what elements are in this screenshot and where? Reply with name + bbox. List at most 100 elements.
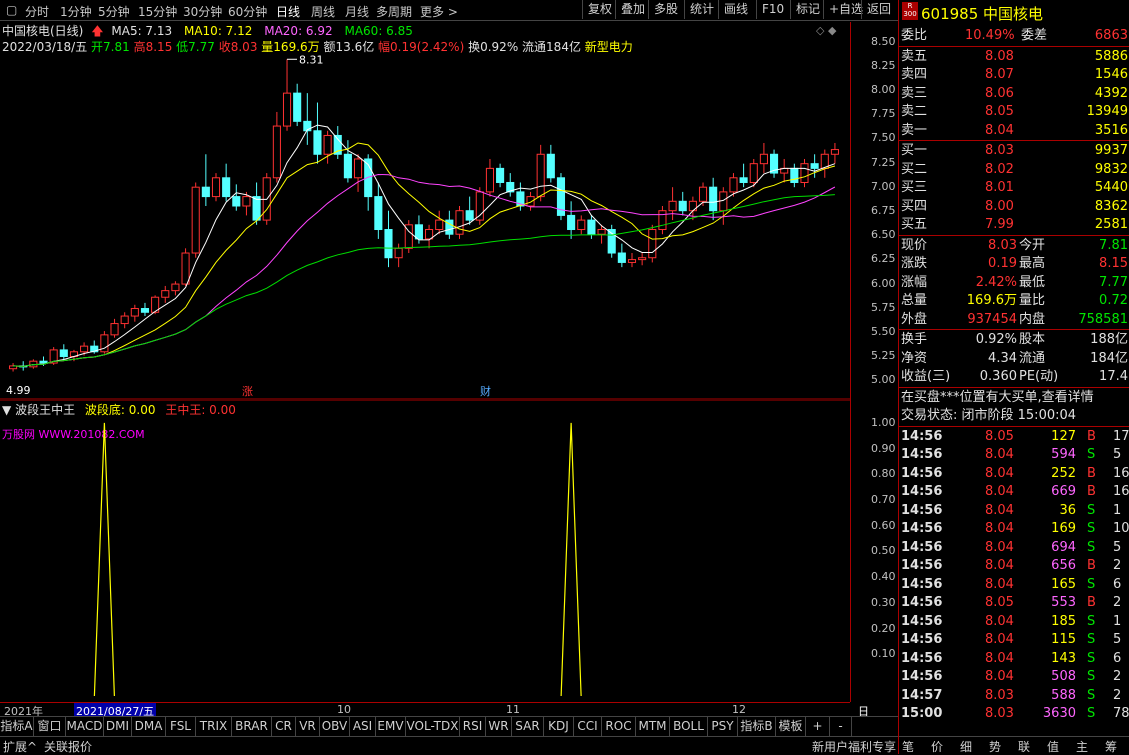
timeframe-8[interactable]: 月线 bbox=[345, 3, 369, 20]
candle bbox=[272, 111, 281, 183]
candle bbox=[658, 206, 667, 235]
tick-volume: 165 bbox=[1051, 576, 1076, 592]
indicator-tab-2[interactable]: MACD bbox=[66, 717, 104, 736]
quote-tab-7[interactable]: 筹 bbox=[1105, 738, 1117, 755]
quote-tab-4[interactable]: 联 bbox=[1018, 738, 1030, 755]
stat-row: 收益(三) 0.360 PE(动) 17.4 bbox=[899, 367, 1129, 386]
top-toolbar: 分时 1分钟 5分钟 15分钟 30分钟 60分钟 日线 周线 月线 多周期 更多 > ▢ 复权 叠加 多股… bbox=[0, 0, 898, 21]
tick-time: 14:56 bbox=[901, 465, 943, 481]
tick-price: 8.04 bbox=[985, 558, 1014, 573]
indicator-tab-25[interactable]: + bbox=[806, 717, 830, 736]
tick-volume: 127 bbox=[1051, 428, 1076, 444]
quote-tab-6[interactable]: 主 bbox=[1076, 738, 1088, 755]
timeframe-6[interactable]: 日线 bbox=[276, 3, 300, 20]
indicator-tab-9[interactable]: VR bbox=[296, 717, 320, 736]
indicator-tab-4[interactable]: DMA bbox=[132, 717, 166, 736]
expand-button[interactable]: 扩展^ bbox=[3, 738, 37, 755]
candle-body bbox=[587, 219, 596, 235]
buy-volume: 9832 bbox=[1094, 161, 1128, 177]
finance-marker: 财 bbox=[480, 384, 491, 398]
indicator-tab-3[interactable]: DMI bbox=[104, 717, 132, 736]
candle-body bbox=[617, 252, 626, 263]
stat-label: 量比 bbox=[1019, 293, 1046, 308]
toolbar-button-1[interactable]: 叠加 bbox=[615, 0, 650, 19]
promo-link[interactable]: 新用户福利专享 bbox=[812, 738, 896, 755]
linked-quote-button[interactable]: 关联报价 bbox=[44, 738, 92, 755]
candle bbox=[232, 184, 241, 211]
sell-price: 8.05 bbox=[985, 104, 1014, 119]
candle bbox=[567, 201, 576, 239]
buy-price: 8.00 bbox=[985, 198, 1014, 214]
timeframe-0[interactable]: 分时 bbox=[25, 3, 49, 20]
candle-body bbox=[465, 210, 474, 221]
toolbar-button-8[interactable]: 返回 bbox=[861, 0, 896, 19]
timeframe-3[interactable]: 15分钟 bbox=[138, 3, 177, 20]
indicator-tab-26[interactable]: - bbox=[830, 717, 852, 736]
toolbar-button-2[interactable]: 多股 bbox=[648, 0, 683, 19]
buy-volume: 9937 bbox=[1094, 143, 1128, 158]
quote-tab-3[interactable]: 势 bbox=[989, 738, 1001, 755]
indicator-tab-23[interactable]: 指标B bbox=[738, 717, 776, 736]
indicator-tab-6[interactable]: TRIX bbox=[196, 717, 232, 736]
indicator-tab-24[interactable]: 模板 bbox=[776, 717, 806, 736]
status-bar: 扩展^ 关联报价 新用户福利专享 bbox=[0, 736, 898, 755]
tick-volume: 36 bbox=[1059, 502, 1076, 518]
stat-value: 0.92% bbox=[975, 332, 1017, 347]
indicator-chart[interactable] bbox=[0, 400, 850, 700]
tick-side: S bbox=[1087, 706, 1096, 721]
toolbar-button-6[interactable]: 标记 bbox=[790, 0, 825, 19]
timeframe-9[interactable]: 多周期 bbox=[376, 3, 412, 20]
tick-volume: 656 bbox=[1051, 558, 1076, 573]
toolbar-button-3[interactable]: 统计 bbox=[684, 0, 719, 19]
timeframe-1[interactable]: 1分钟 bbox=[60, 3, 92, 20]
tick-side: S bbox=[1087, 447, 1096, 462]
toolbar-button-5[interactable]: F10 bbox=[756, 0, 789, 19]
stat-row: 涨跌 0.19 最高 8.15 bbox=[899, 254, 1129, 273]
sell-row: 卖二 8.05 13949 bbox=[899, 102, 1129, 121]
candle-body bbox=[485, 167, 495, 193]
candle-body bbox=[120, 315, 129, 325]
indicator-tab-19[interactable]: ROC bbox=[602, 717, 636, 736]
indicator-tab-21[interactable]: BOLL bbox=[670, 717, 708, 736]
timeframe-2[interactable]: 5分钟 bbox=[98, 3, 130, 20]
timeframe-4[interactable]: 30分钟 bbox=[183, 3, 222, 20]
indicator-tab-0[interactable]: 指标A bbox=[0, 717, 34, 736]
quote-tab-0[interactable]: 笔 bbox=[902, 738, 914, 755]
indicator-tab-18[interactable]: CCI bbox=[574, 717, 602, 736]
timeframe-10[interactable]: 更多 > bbox=[420, 3, 458, 20]
buy-row: 买五 7.99 2581 bbox=[899, 215, 1129, 234]
quote-tab-2[interactable]: 细 bbox=[960, 738, 972, 755]
candle-body bbox=[232, 196, 241, 207]
timeframe-7[interactable]: 周线 bbox=[311, 3, 335, 20]
candle bbox=[120, 312, 129, 329]
indicator-tab-14[interactable]: RSI bbox=[460, 717, 486, 736]
indicator-tab-5[interactable]: FSL bbox=[166, 717, 196, 736]
indicator-tab-17[interactable]: KDJ bbox=[544, 717, 574, 736]
tick-row: 14:56 8.04 252 B 16 bbox=[899, 464, 1129, 483]
toolbar-button-4[interactable]: 画线 bbox=[718, 0, 753, 19]
indicator-tab-10[interactable]: OBV bbox=[320, 717, 350, 736]
indicator-tab-13[interactable]: VOL-TDX bbox=[406, 717, 460, 736]
indicator-tab-16[interactable]: SAR bbox=[512, 717, 544, 736]
indicator-tab-22[interactable]: PSY bbox=[708, 717, 738, 736]
indicator-tick: 0.80 bbox=[871, 467, 896, 481]
stat-label: 现价 bbox=[901, 237, 928, 253]
quote-tab-5[interactable]: 值 bbox=[1047, 738, 1059, 755]
quote-tab-1[interactable]: 价 bbox=[931, 738, 943, 755]
tick-volume: 252 bbox=[1051, 465, 1076, 481]
candlestick-chart[interactable]: 8.31 4.99 涨 财 bbox=[0, 22, 850, 400]
indicator-tab-20[interactable]: MTM bbox=[636, 717, 670, 736]
timeframe-5[interactable]: 60分钟 bbox=[228, 3, 267, 20]
indicator-tab-8[interactable]: CR bbox=[272, 717, 296, 736]
candle-body bbox=[800, 163, 809, 183]
indicator-tab-15[interactable]: WR bbox=[486, 717, 512, 736]
indicator-tab-7[interactable]: BRAR bbox=[232, 717, 272, 736]
trade-state: 交易状态: 闭市阶段 15:00:04 bbox=[901, 408, 1077, 423]
indicator-tab-12[interactable]: EMV bbox=[376, 717, 406, 736]
indicator-tab-1[interactable]: 窗口 bbox=[34, 717, 66, 736]
indicator-tab-11[interactable]: ASI bbox=[350, 717, 376, 736]
stat-label: 内盘 bbox=[1019, 311, 1046, 327]
toolbar-button-0[interactable]: 复权 bbox=[582, 0, 617, 19]
tick-volume: 3630 bbox=[1042, 706, 1076, 721]
menu-dropdown-icon[interactable]: ▢ bbox=[6, 3, 17, 17]
